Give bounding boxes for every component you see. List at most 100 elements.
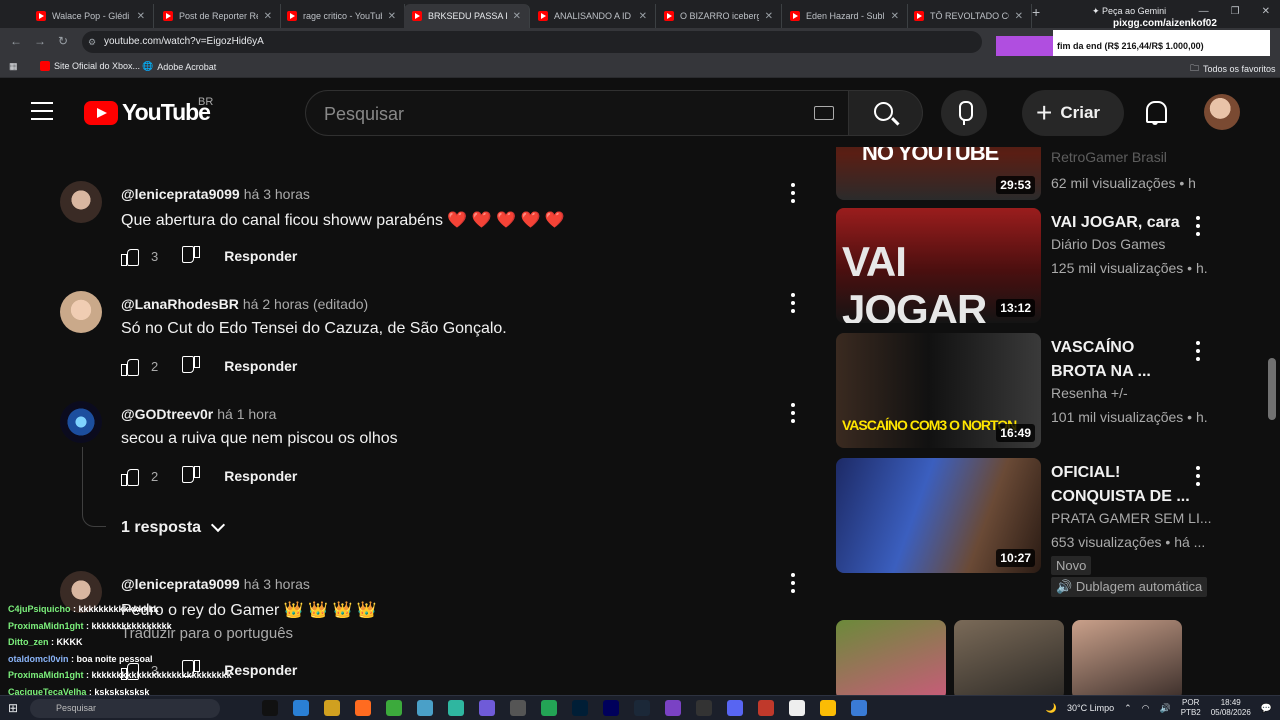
browser-tab[interactable]: Post de Reporter Rese✕ [155,4,281,28]
account-avatar[interactable] [1204,94,1240,130]
obs-icon[interactable] [696,700,712,716]
close-tab-icon[interactable]: ✕ [891,11,899,22]
comment-time[interactable]: há 2 horas (editado) [243,296,368,312]
short-thumbnail[interactable] [954,620,1064,695]
comment-author[interactable]: @leniceprata9099 [121,576,240,592]
notepad-icon[interactable] [789,700,805,716]
app-icon[interactable] [665,700,681,716]
like-icon[interactable] [121,247,139,266]
video-channel[interactable]: Diário Dos Games [1051,236,1165,252]
notifications-bell-icon[interactable] [1143,99,1169,127]
video-card[interactable]: VAI JOGAR 13:12 VAI JOGAR, cara Diário D… [836,208,1216,323]
tray-chevron-icon[interactable]: ⌃ [1124,703,1132,714]
video-thumbnail[interactable]: NO YOUTUBE 29:53 [836,147,1041,200]
clock[interactable]: 18:49 05/08/2026 [1211,698,1251,718]
app-icon[interactable] [324,700,340,716]
reply-button[interactable]: Responder [224,248,297,264]
dislike-icon[interactable] [182,247,200,265]
dislike-icon[interactable] [182,357,200,375]
like-icon[interactable] [121,467,139,486]
video-card[interactable]: VASCAÍNO COM3 O NORTON 16:49 VASCAÍNO BR… [836,333,1216,448]
avatar[interactable] [60,291,102,333]
browser-tab[interactable]: O BIZARRO iceberg d✕ [656,4,782,28]
create-button[interactable]: + Criar [1022,90,1124,136]
video-card[interactable]: 10:27 OFICIAL! CONQUISTA DE ... PRATA GA… [836,458,1216,598]
close-tab-icon[interactable]: ✕ [513,11,521,22]
minimize-icon[interactable]: — [1199,6,1209,17]
close-tab-icon[interactable]: ✕ [137,11,145,22]
video-title[interactable]: OFICIAL! CONQUISTA DE ... [1051,461,1191,509]
close-tab-icon[interactable]: ✕ [264,11,272,22]
video-channel[interactable]: Resenha +/- [1051,385,1128,401]
video-thumbnail[interactable]: 10:27 [836,458,1041,573]
more-options-icon[interactable] [1195,341,1201,361]
keyboard-icon[interactable] [814,106,834,120]
browser-tab[interactable]: Eden Hazard - Sublim✕ [782,4,908,28]
more-options-icon[interactable] [790,573,796,593]
video-channel[interactable]: RetroGamer Brasil [1051,149,1167,165]
app-icon[interactable] [448,700,464,716]
video-title[interactable]: VAI JOGAR, cara [1051,211,1191,235]
app-icon[interactable] [262,700,278,716]
bookmark-adobe-acrobat[interactable]: 🌐 Adobe Acrobat [142,61,216,72]
app-icon[interactable] [386,700,402,716]
bookmark-xbox[interactable]: Site Oficial do Xbox... [40,61,140,71]
chrome-icon[interactable] [820,700,836,716]
volume-icon[interactable]: 🔊 [1160,703,1171,714]
gemini-button[interactable]: ✦ Peça ao Gemini [1092,6,1166,17]
url-field[interactable]: youtube.com/watch?v=EigozHid6yA [82,31,982,53]
weather-text[interactable]: 30°C Limpo [1067,703,1114,713]
close-tab-icon[interactable]: ✕ [765,11,773,22]
apps-grid-icon[interactable]: ▦ [9,61,18,72]
comment-time[interactable]: há 1 hora [217,406,276,422]
video-thumbnail[interactable]: VASCAÍNO COM3 O NORTON 16:49 [836,333,1041,448]
language-indicator[interactable]: POR PTB2 [1181,698,1201,718]
more-options-icon[interactable] [790,183,796,203]
search-input[interactable]: Pesquisar [305,90,849,136]
show-replies-button[interactable]: 1 resposta [121,517,226,537]
video-channel[interactable]: PRATA GAMER SEM LI... [1051,510,1212,526]
avatar[interactable] [60,181,102,223]
video-thumbnail[interactable]: VAI JOGAR 13:12 [836,208,1041,323]
close-tab-icon[interactable]: ✕ [388,11,396,22]
app-icon[interactable] [293,700,309,716]
close-tab-icon[interactable]: ✕ [1015,11,1023,22]
notifications-icon[interactable]: 💬 [1261,703,1272,714]
browser-tab[interactable]: TÔ REVOLTADO COM✕ [906,4,1032,28]
browser-tab[interactable]: ANALISANDO A ID D ✕ [530,4,656,28]
windows-start-icon[interactable]: ⊞ [8,701,18,715]
reply-button[interactable]: Responder [224,662,297,678]
short-thumbnail[interactable] [836,620,946,695]
premiere-icon[interactable] [603,700,619,716]
comment-time[interactable]: há 3 horas [244,186,310,202]
reload-icon[interactable]: ↻ [58,34,68,48]
app-icon[interactable] [355,700,371,716]
app-icon[interactable] [541,700,557,716]
app-icon[interactable] [479,700,495,716]
more-options-icon[interactable] [1195,216,1201,236]
comment-author[interactable]: @GODtreev0r [121,406,213,422]
browser-tab-active[interactable]: BRKSEDU PASSA PAN✕ [404,4,530,28]
app-icon[interactable] [758,700,774,716]
more-options-icon[interactable] [790,293,796,313]
youtube-logo[interactable]: YouTube BR [84,96,213,126]
page-scrollbar[interactable] [1268,358,1276,420]
close-tab-icon[interactable]: ✕ [639,11,647,22]
steam-icon[interactable] [634,700,650,716]
comment-author[interactable]: @LanaRhodesBR [121,296,239,312]
browser-tab[interactable]: Walace Pop - Glédi Ki✕ [28,4,154,28]
like-icon[interactable] [121,357,139,376]
photoshop-icon[interactable] [572,700,588,716]
reply-button[interactable]: Responder [224,468,297,484]
more-options-icon[interactable] [790,403,796,423]
wifi-icon[interactable]: ◠ [1142,703,1150,714]
search-button[interactable] [849,90,923,136]
reply-button[interactable]: Responder [224,358,297,374]
comment-author[interactable]: @leniceprata9099 [121,186,240,202]
close-window-icon[interactable]: ✕ [1262,6,1270,17]
new-tab-button[interactable]: + [1032,4,1040,20]
restore-icon[interactable]: ❐ [1231,6,1240,17]
app-icon[interactable] [417,700,433,716]
comment-time[interactable]: há 3 horas [244,576,310,592]
more-options-icon[interactable] [1195,466,1201,486]
